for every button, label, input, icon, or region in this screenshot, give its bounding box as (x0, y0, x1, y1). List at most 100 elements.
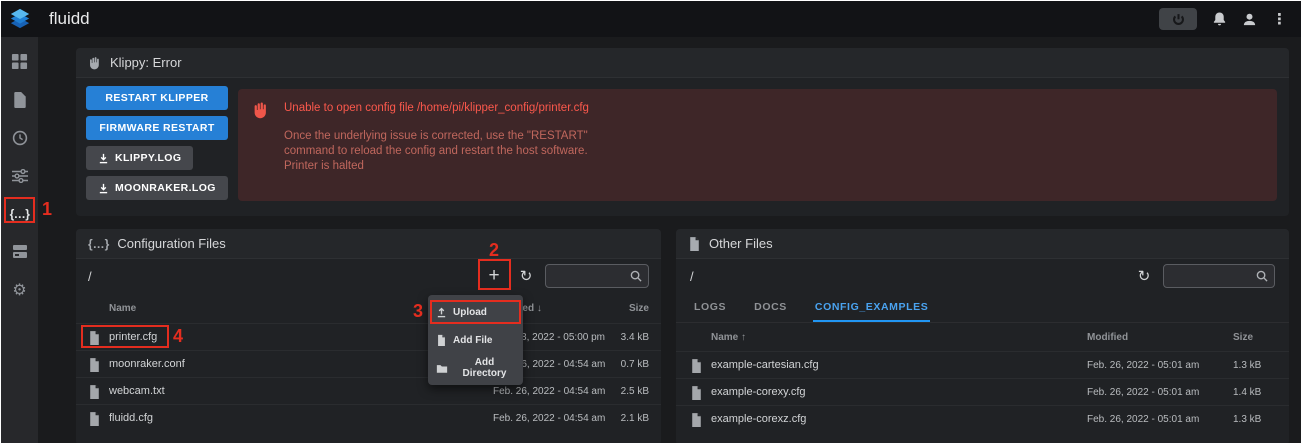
file-size: 0.7 kB (620, 358, 649, 370)
other-card-title: Other Files (709, 236, 773, 251)
download-icon (98, 153, 109, 164)
hand-icon (88, 56, 102, 70)
menu-item-add-directory[interactable]: Add Directory (428, 354, 523, 382)
file-name: printer.cfg (109, 331, 158, 343)
sidebar-item-printer[interactable] (12, 241, 28, 262)
file-icon (690, 385, 703, 400)
file-row-example-corexy[interactable]: example-corexy.cfg Feb. 26, 2022 - 05:01… (676, 378, 1289, 405)
config-card-header: {…} Configuration Files (76, 229, 661, 259)
file-size: 1.4 kB (1233, 386, 1262, 398)
sidebar-item-tune[interactable] (11, 165, 28, 186)
firmware-restart-button[interactable]: FIRMWARE RESTART (86, 116, 228, 140)
restart-klipper-button[interactable]: RESTART KLIPPER (86, 86, 228, 110)
file-row-example-corexz[interactable]: example-corexz.cfg Feb. 26, 2022 - 05:01… (676, 405, 1289, 432)
dashboard-grid-icon (11, 53, 28, 70)
other-search-box (1163, 264, 1275, 288)
file-modified: Feb. 26, 2022 - 04:54 am (493, 412, 606, 424)
sliders-icon (11, 168, 28, 183)
file-modified: Feb. 26, 2022 - 04:54 am (493, 385, 606, 397)
code-braces-icon: {…} (9, 206, 30, 221)
breadcrumb-path: / (88, 268, 92, 284)
klippy-error-message: Unable to open config file /home/pi/klip… (238, 89, 1277, 201)
file-icon (88, 411, 101, 426)
printer-icon (12, 244, 28, 259)
file-name: example-cartesian.cfg (711, 359, 819, 371)
other-files-tabs: LOGS DOCS CONFIG_EXAMPLES (676, 293, 1289, 323)
klippy-log-button[interactable]: KLIPPY.LOG (86, 146, 194, 170)
notifications-button[interactable] (1212, 11, 1227, 27)
menu-item-label: Add Directory (462, 357, 507, 379)
other-table-header: Name ↑ Modified Size (676, 323, 1289, 351)
clock-icon (12, 130, 28, 146)
search-icon (630, 270, 642, 282)
topbar-actions: ⋮ (1159, 8, 1301, 30)
code-braces-icon: {…} (88, 236, 110, 251)
overflow-menu-button[interactable]: ⋮ (1272, 10, 1287, 28)
config-search-input[interactable] (552, 270, 626, 282)
sidebar-item-history[interactable] (12, 127, 28, 148)
refresh-button[interactable]: ↻ (515, 265, 537, 287)
tab-docs[interactable]: DOCS (752, 294, 789, 322)
document-icon (688, 236, 701, 251)
column-size[interactable]: Size (1233, 332, 1275, 343)
sidebar-item-jobs[interactable] (13, 89, 27, 110)
moonraker-log-button[interactable]: MOONRAKER.LOG (86, 176, 228, 200)
file-name: example-corexz.cfg (711, 413, 807, 425)
config-toolbar: / + ↻ (76, 259, 661, 293)
other-toolbar: / ↻ (676, 259, 1289, 293)
file-row-moonraker-conf[interactable]: moonraker.conf Feb. 26, 2022 - 04:54 am … (76, 350, 661, 377)
sidebar-item-dashboard[interactable] (11, 51, 28, 72)
file-row-webcam-txt[interactable]: webcam.txt Feb. 26, 2022 - 04:54 am 2.5 … (76, 377, 661, 404)
file-icon (88, 357, 101, 372)
account-button[interactable] (1242, 12, 1257, 27)
file-size: 1.3 kB (1233, 359, 1262, 371)
bell-icon (1212, 11, 1227, 27)
klippy-card-header: Klippy: Error (76, 48, 1289, 78)
error-line-1: Unable to open config file /home/pi/klip… (284, 102, 589, 114)
file-size: 1.3 kB (1233, 413, 1262, 425)
document-icon (13, 91, 27, 108)
file-row-printer-cfg[interactable]: printer.cfg Mar. 08, 2022 - 05:00 pm 3.4… (76, 323, 661, 350)
column-modified[interactable]: Modified (1087, 332, 1233, 343)
file-plus-icon (436, 334, 447, 346)
moonraker-log-label: MOONRAKER.LOG (115, 182, 216, 194)
klippy-actions: RESTART KLIPPER FIRMWARE RESTART KLIPPY.… (86, 86, 228, 206)
column-size[interactable]: Size (605, 303, 649, 314)
menu-item-upload[interactable]: Upload (428, 298, 523, 326)
file-modified: Feb. 26, 2022 - 05:01 am (1087, 359, 1200, 371)
column-name[interactable]: Name ↑ (690, 332, 1087, 343)
refresh-button[interactable]: ↻ (1133, 265, 1155, 287)
configuration-files-card: {…} Configuration Files / + ↻ Name Modif… (76, 229, 661, 443)
file-icon (88, 384, 101, 399)
power-icon (1172, 13, 1185, 26)
file-name: fluidd.cfg (109, 412, 154, 424)
download-icon (98, 183, 109, 194)
sidebar-item-settings[interactable]: ⚙ (12, 279, 26, 300)
tab-logs[interactable]: LOGS (692, 294, 728, 322)
file-row-fluidd-cfg[interactable]: fluidd.cfg Feb. 26, 2022 - 04:54 am 2.1 … (76, 404, 661, 431)
config-card-title: Configuration Files (117, 236, 226, 251)
user-icon (1242, 12, 1257, 27)
file-row-example-cartesian[interactable]: example-cartesian.cfg Feb. 26, 2022 - 05… (676, 351, 1289, 378)
tab-config-examples[interactable]: CONFIG_EXAMPLES (812, 294, 931, 322)
topbar: fluidd ⋮ (1, 1, 1301, 37)
hand-stop-icon (252, 101, 270, 122)
fluidd-app: fluidd ⋮ {…} ⚙ Klippy: Error RESTART KLI… (1, 1, 1301, 443)
error-line-3: command to reload the config and restart… (284, 145, 588, 157)
menu-item-label: Add File (453, 334, 493, 346)
annotation-label-1: 1 (42, 199, 53, 219)
add-button[interactable]: + (481, 263, 507, 289)
config-search-box (545, 264, 649, 288)
file-name: example-corexy.cfg (711, 386, 806, 398)
sidebar-item-configure[interactable]: {…} (10, 203, 30, 224)
folder-plus-icon (436, 363, 448, 374)
klippy-log-label: KLIPPY.LOG (115, 152, 182, 164)
fluidd-logo-icon[interactable] (1, 8, 39, 30)
gear-icon: ⚙ (12, 281, 27, 299)
search-icon (1256, 270, 1268, 282)
menu-item-add-file[interactable]: Add File (428, 326, 523, 354)
file-modified: Feb. 26, 2022 - 05:01 am (1087, 386, 1200, 398)
other-search-input[interactable] (1170, 270, 1252, 282)
sidebar: {…} ⚙ (1, 37, 38, 443)
emergency-stop-button[interactable] (1159, 8, 1197, 30)
